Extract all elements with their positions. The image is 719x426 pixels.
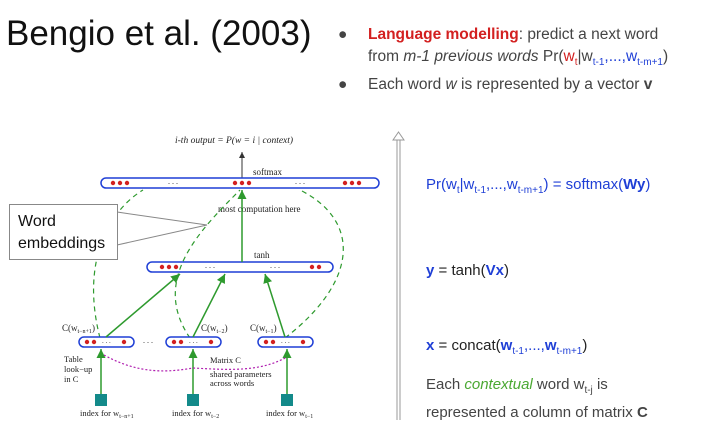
index-box-1 [95,394,107,406]
index-label-2: index for wt−2 [172,408,219,420]
note-line-2: represented a column of matrix C [426,402,648,424]
eq4-line2: represented a column of matrix [426,404,637,421]
emb3-dots: . . . [281,337,290,345]
contextual-word-note: Each contextual word wt-j is represented… [426,374,648,424]
eq1-sub1: t-1 [474,185,487,196]
c-label-first: C(wt−n+1) [62,323,95,335]
tanh-dots-2: . . . [270,261,280,270]
callout-line-2: embeddings [18,235,106,252]
eq2-rest: = tanh( [434,262,486,279]
emb1-to-tanh-arrow [105,273,181,338]
embedding-gap-dots: . . . [143,336,153,345]
equation-tanh: y = tanh(Vx) [426,262,509,279]
eq1-sub2: t-m+1 [517,185,544,196]
callout-line-1: Word [18,213,56,230]
eq3-sub1: t-1 [512,346,524,357]
eq1-pr: Pr(w [426,176,457,193]
equation-softmax: Pr(wt|wt-1,...,wt-m+1) = softmax(Wy) [426,176,650,196]
callout-pointer [116,211,208,246]
eq1-mid: ,...,w [486,176,518,193]
index-box-3 [281,394,293,406]
eq1-bold: Wy [623,176,646,193]
tanh-dots-1: . . . [205,261,215,270]
eq4-contextual: contextual [464,376,533,393]
tanh-label: tanh [254,250,270,260]
softmax-dots-2: . . . [295,177,305,186]
eq2-end: ) [504,262,509,279]
eq4-b: word w [532,376,585,393]
eq3-mid: ,..., [523,337,545,354]
softmax-label: softmax [253,167,282,177]
eq4-c: is [592,376,608,393]
index-box-2 [187,394,199,406]
softmax-dots-1: . . . [168,177,178,186]
flow-arrow-head-icon [392,131,405,141]
eq3-rest: = concat( [434,337,501,354]
eq3-sub2: t-m+1 [556,346,583,357]
eq4-a: Each [426,376,465,393]
c-label-second: C(wt−2) [201,323,228,335]
output-label: i-th output = P(w = i | context) [175,135,293,146]
emb1-dots: . . . [102,337,111,345]
equation-concat: x = concat(wt-1,...,wt-m+1) [426,337,587,357]
eq3-end: ) [582,337,588,354]
matrix-c-label: Matrix C [210,355,241,365]
note-line-1: Each contextual word wt-j is [426,374,648,402]
eq3-w2: w [544,337,557,354]
word-embeddings-callout: Word embeddings [9,204,118,260]
emb2-dots: . . . [189,337,198,345]
index-label-3: index for wt−1 [266,408,313,420]
eq4-sub: t-j [584,385,593,396]
eq1-end: ) [645,176,651,193]
eq1-rest: ) = softmax( [543,176,624,193]
table-lookup-label: Table look−up in C [64,354,95,384]
eq2-bold: Vx [485,262,504,279]
c-label-third: C(wt−1) [250,323,277,335]
index-label-1: index for wt−n+1 [80,408,134,420]
eq4-C: C [636,404,648,421]
most-computation-label: most computation here [218,204,300,214]
eq3-w1: w [500,337,513,354]
shared-parameters-label: shared parameters across words [210,369,274,388]
eq1-bar: |w [459,176,475,193]
